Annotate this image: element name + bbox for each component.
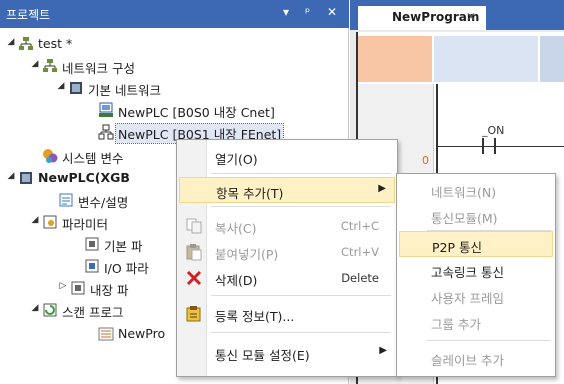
io-parameter-icon [85,259,99,273]
menu-separator [211,295,391,296]
close-tab-icon[interactable]: ✕ [466,10,476,24]
contact-left-bar [482,138,484,154]
menu-item-label: 통신 모듈 설정(E) [215,348,310,363]
menu-item-paste[interactable]: 붙여넣기(P) Ctrl+V [179,239,395,265]
submenu-item-add-group[interactable]: 그룹 추가 [399,309,553,335]
menu-item-shortcut: Ctrl+C [340,219,379,233]
tree-node-label: 네트워크 구성 [62,61,135,76]
tree-node-label: 시스템 변수 [62,151,124,166]
menu-separator [211,206,391,207]
tree-node-label: 기본 네트워크 [88,83,161,98]
tree-node-label: test * [38,36,73,51]
tree-node-label: NewPLC(XGB [38,170,130,185]
tree-node-label: NewPro [118,326,166,341]
menu-item-label: 삭제(D) [215,273,258,288]
panel-title: 프로젝트 [6,8,51,22]
collapse-icon[interactable]: ◢ [30,215,40,225]
menu-item-add-item[interactable]: 항목 추가(T) ▶ [179,177,395,203]
paste-icon [186,244,202,261]
submenu-item-label: 네트워크(N) [431,185,497,200]
submenu-item-comm-module[interactable]: 통신모듈(M) [399,203,553,229]
network-config-icon [43,59,57,72]
submenu-item-network[interactable]: 네트워크(N) [399,177,553,203]
tab-newprogram[interactable]: NewProgram ✕ [358,6,486,30]
variable-comment-icon [59,193,73,207]
contact-right-bar [494,138,496,154]
properties-icon [186,306,201,322]
submenu-item-label: 슬레이브 추가 [431,353,504,368]
submenu-item-label: 사용자 프레임 [431,291,504,306]
menu-item-label: 항목 추가(T) [216,186,284,201]
context-menu: 열기(O) 항목 추가(T) ▶ 복사(C) Ctrl+C 붙여넣기(P) Ct… [176,139,398,377]
editor-tabstrip: NewProgram ✕ [350,0,564,30]
rung-number: 0 [422,154,429,167]
menu-item-label: 복사(C) [215,221,257,236]
submenu-arrow-icon: ▶ [378,183,386,194]
fenet-module-icon [98,124,114,140]
ladder-header-cell [358,36,432,82]
tree-node-label: 파라미터 [62,217,109,232]
scan-program-icon [43,303,57,317]
ladder-header-cell [434,36,538,82]
tree-node-label: NewPLC [B0S0 내장 Cnet] [118,105,275,120]
rung-wire [438,146,564,147]
tree-node-label: 기본 파 [104,239,143,254]
collapse-icon[interactable]: ◢ [30,59,40,69]
cnet-module-icon [99,102,113,117]
copy-icon [186,218,202,234]
ladder-header-cell [540,36,564,82]
contact-label: _ON [482,124,505,137]
submenu-item-add-slave[interactable]: 슬레이브 추가 [399,345,553,371]
menu-item-delete[interactable]: 삭제(D) Delete [179,265,395,291]
menu-item-comm-module-settings[interactable]: 통신 모듈 설정(E) ▶ [179,340,395,366]
menu-item-copy[interactable]: 복사(C) Ctrl+C [179,213,395,239]
plc-icon [20,172,32,184]
menu-item-open[interactable]: 열기(O) [179,144,395,170]
add-item-submenu: 네트워크(N) 통신모듈(M) P2P 통신 고속링크 통신 사용자 프레임 그… [396,173,556,377]
tree-node-label: I/O 파라 [104,261,149,276]
parameter-icon [43,215,57,229]
submenu-item-p2p[interactable]: P2P 통신 [399,231,553,257]
submenu-item-label: P2P 통신 [432,240,483,255]
menu-item-properties[interactable]: 등록 정보(T)... [179,301,395,327]
expand-icon[interactable]: ▷ [58,281,68,291]
pin-icon[interactable]: ᵖ [305,5,310,19]
submenu-item-highspeed-link[interactable]: 고속링크 통신 [399,257,553,283]
tree-node-label: 변수/설명 [78,195,129,210]
tree-node-label: 스캔 프로그 [62,305,124,320]
program-icon [98,327,114,341]
panel-header: 프로젝트 ▾ ᵖ ✕ [0,0,349,28]
submenu-item-user-frame[interactable]: 사용자 프레임 [399,283,553,309]
menu-item-label: 열기(O) [215,152,258,167]
collapse-icon[interactable]: ◢ [30,303,40,313]
system-variable-icon [43,149,58,163]
menu-separator [427,340,551,341]
network-project-icon [19,37,33,50]
menu-item-shortcut: Delete [341,271,379,285]
basic-network-icon [70,82,82,94]
menu-item-label: 붙여넣기(P) [215,247,279,262]
builtin-parameter-icon [71,281,85,295]
collapse-icon[interactable]: ◢ [6,171,16,181]
collapse-icon[interactable]: ◢ [56,81,66,91]
submenu-item-label: 그룹 추가 [431,317,481,332]
menu-item-shortcut: Ctrl+V [341,245,379,259]
delete-icon [186,270,202,286]
menu-item-label: 등록 정보(T)... [215,309,295,324]
menu-separator [211,332,391,333]
submenu-item-label: 고속링크 통신 [431,265,504,280]
submenu-item-label: 통신모듈(M) [431,211,498,226]
submenu-arrow-icon: ▶ [379,345,387,356]
collapse-icon[interactable]: ◢ [6,37,16,47]
close-panel-icon[interactable]: ✕ [327,5,337,19]
basic-parameter-icon [85,237,99,251]
tree-node-label: 내장 파 [90,283,129,298]
dropdown-icon[interactable]: ▾ [283,5,289,19]
menu-separator [211,173,391,174]
